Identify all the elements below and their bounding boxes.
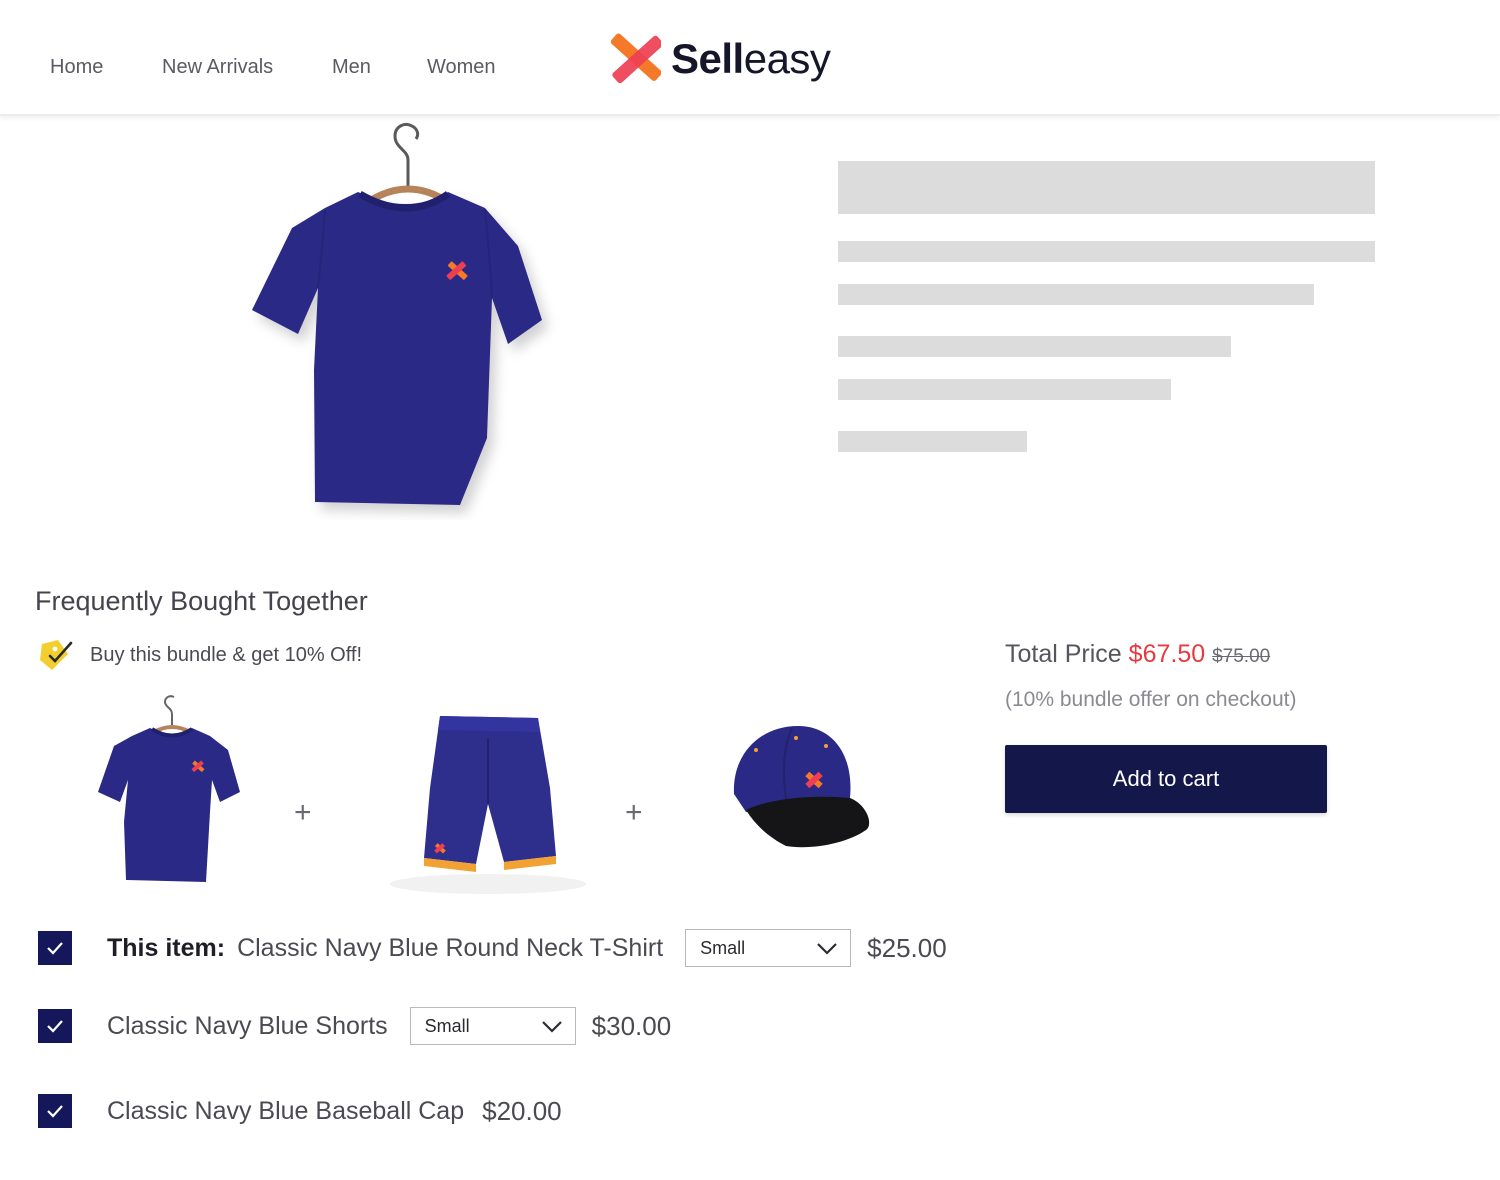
plus-separator-1: + xyxy=(294,796,312,829)
logo-wordmark: Selleasy xyxy=(671,35,831,82)
total-price-original: $75.00 xyxy=(1212,646,1271,667)
checkmark-icon xyxy=(47,1020,63,1033)
x-logo-icon xyxy=(611,33,661,84)
nav-link-men[interactable]: Men xyxy=(332,56,371,79)
top-header: Home New Arrivals Men Women Selleasy xyxy=(0,0,1500,116)
chevron-down-icon xyxy=(541,1020,562,1033)
total-price-label: Total Price xyxy=(1005,640,1122,668)
plus-separator-2: + xyxy=(625,796,643,829)
bundle-item-row: Classic Navy Blue Shorts Small $30.00 xyxy=(38,1006,671,1046)
size-select-value: Small xyxy=(424,1015,470,1036)
total-price: Total Price $67.50 $75.00 xyxy=(1005,640,1270,669)
size-select[interactable]: Small xyxy=(409,1007,576,1045)
bundle-item-checkbox[interactable] xyxy=(38,1009,72,1043)
bundle-shorts-image[interactable] xyxy=(388,708,588,894)
this-item-prefix: This item: xyxy=(107,933,226,962)
bundle-cap-image[interactable] xyxy=(726,720,876,854)
bundle-item-price: $20.00 xyxy=(482,1095,562,1126)
checkmark-icon xyxy=(47,1105,63,1118)
bundle-title: Frequently Bought Together xyxy=(35,586,368,616)
bundle-item-name[interactable]: Classic Navy Blue Baseball Cap xyxy=(107,1097,464,1126)
hero-tshirt-image xyxy=(252,122,542,505)
bundle-item-price: $30.00 xyxy=(591,1010,672,1041)
bundle-item-checkbox[interactable] xyxy=(38,1094,72,1128)
bundle-tshirt-image[interactable] xyxy=(92,694,244,886)
text-skeleton-2 xyxy=(838,284,1314,305)
text-skeleton-1 xyxy=(838,241,1375,262)
chevron-down-icon xyxy=(817,942,837,955)
bundle-item-row: This item: Classic Navy Blue Round Neck … xyxy=(38,928,947,968)
text-skeleton-5 xyxy=(838,431,1027,452)
bundle-offer: Buy this bundle & get 10% Off! xyxy=(38,638,362,672)
brand-logo[interactable]: Selleasy xyxy=(611,30,831,88)
text-skeleton-3 xyxy=(838,336,1231,357)
add-to-cart-button[interactable]: Add to cart xyxy=(1005,745,1327,813)
bundle-offer-text: Buy this bundle & get 10% Off! xyxy=(90,643,363,666)
tag-icon xyxy=(40,640,73,670)
text-skeleton-4 xyxy=(838,379,1171,400)
bundle-item-name[interactable]: Classic Navy Blue Shorts xyxy=(107,1012,388,1041)
nav-link-home[interactable]: Home xyxy=(50,56,103,79)
bundle-item-checkbox[interactable] xyxy=(38,931,72,965)
bundle-item-row: Classic Navy Blue Baseball Cap $20.00 xyxy=(38,1091,562,1131)
size-select-value: Small xyxy=(700,937,746,958)
title-skeleton xyxy=(838,161,1375,214)
total-price-discounted: $67.50 xyxy=(1128,640,1206,668)
bundle-item-price: $25.00 xyxy=(867,932,947,963)
bundle-item-name[interactable]: Classic Navy Blue Round Neck T-Shirt xyxy=(237,934,663,963)
size-select[interactable]: Small xyxy=(685,929,852,967)
checkmark-icon xyxy=(47,942,63,955)
nav-link-new-arrivals[interactable]: New Arrivals xyxy=(162,56,273,79)
nav-link-women[interactable]: Women xyxy=(427,56,496,79)
bundle-offer-note: (10% bundle offer on checkout) xyxy=(1005,688,1297,711)
